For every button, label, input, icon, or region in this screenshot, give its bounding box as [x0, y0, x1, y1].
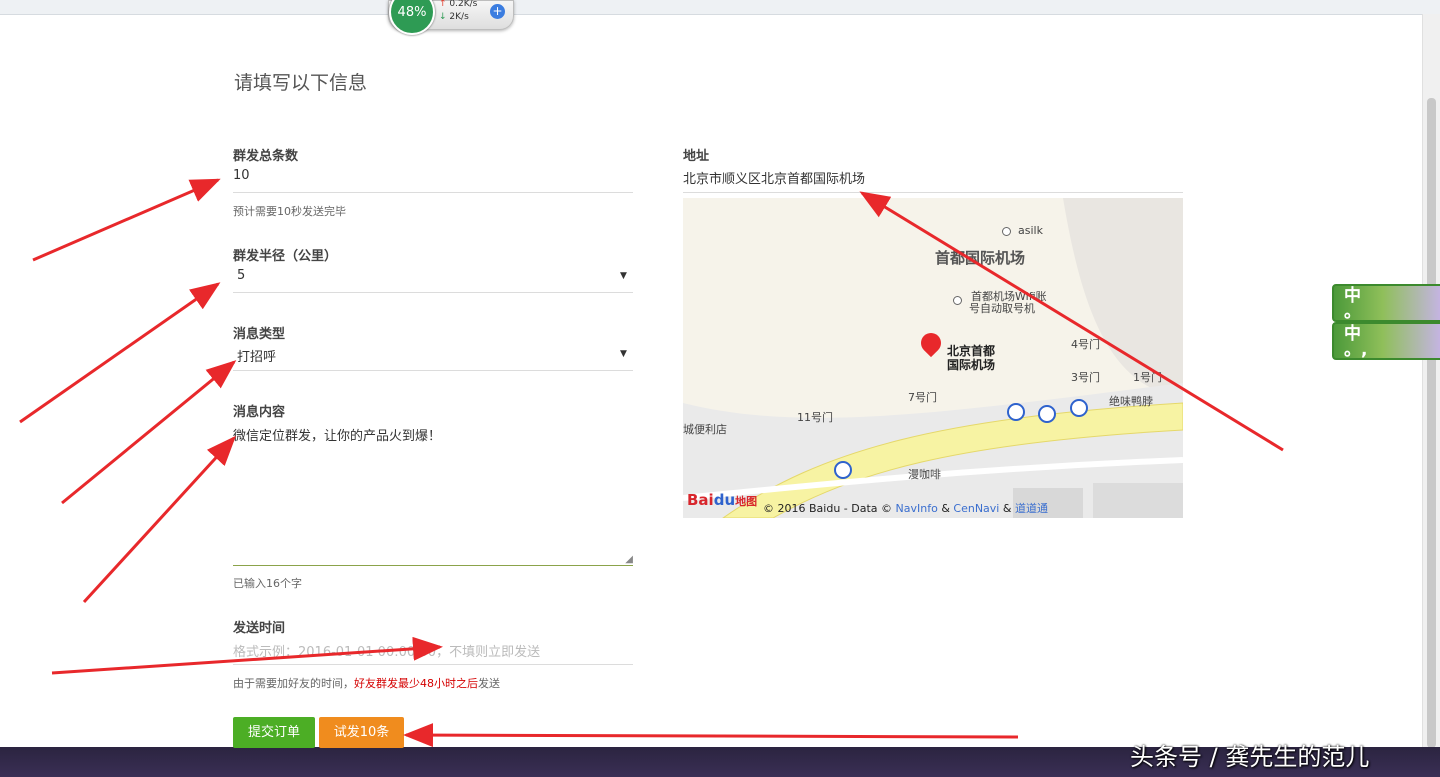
copyright-prefix: © 2016 Baidu - Data © [763, 502, 893, 515]
map-label-airport: 首都国际机场 [935, 249, 1026, 267]
trial-send-button[interactable]: 试发10条 [319, 717, 404, 748]
poi-marker-icon [1002, 227, 1011, 236]
message-content-label: 消息内容 [233, 405, 286, 420]
daodao-link[interactable]: 道道通 [1015, 502, 1048, 515]
message-type-underline [233, 370, 633, 371]
send-time-hint: 由于需要加好友的时间，好友群发最少48小时之后发送 [233, 675, 500, 691]
logo-map: 地图 [735, 495, 758, 508]
send-time-input[interactable]: 格式示例：2016-01-01 00:00:00，不填则立即发送 [233, 641, 540, 660]
cennavi-link[interactable]: CenNavi [953, 502, 999, 515]
map-label-gate4: 4号门 [1071, 338, 1100, 351]
watermark: 头条号 / 龚先生的范儿 [1130, 743, 1370, 771]
radius-select[interactable]: 5 [237, 268, 245, 283]
download-arrow-icon: ↓ [439, 12, 447, 22]
bus-stop-icon [1038, 405, 1056, 423]
ime-toolbar[interactable]: 中。, [1332, 322, 1440, 360]
address-input[interactable]: 北京市顺义区北京首都国际机场 [683, 168, 865, 187]
address-label: 地址 [683, 149, 710, 164]
map-label-gate7: 7号门 [908, 391, 937, 404]
copyright-amp: & [1002, 502, 1012, 515]
ime-punct: 。, [1344, 340, 1368, 360]
logo-du: du [713, 491, 736, 509]
total-count-input[interactable]: 10 [233, 168, 250, 183]
download-speed: ↓ 2K/s [439, 12, 469, 22]
ime-punct: 。 [1344, 302, 1361, 322]
map-label-store: 城便利店 [683, 423, 727, 436]
logo-bai: Bai [687, 491, 714, 509]
map-label-wifi-2: 号自动取号机 [969, 302, 1035, 315]
map-copyright: © 2016 Baidu - Data © NavInfo & CenNavi … [763, 500, 1048, 516]
map-label-gate3: 3号门 [1071, 371, 1100, 384]
radius-label: 群发半径（公里） [233, 249, 338, 264]
send-time-label: 发送时间 [233, 621, 286, 636]
form-title: 请填写以下信息 [234, 72, 368, 94]
chevron-down-icon[interactable]: ▼ [620, 349, 627, 359]
ime-toolbar[interactable]: 中。 [1332, 284, 1440, 322]
send-time-hint-red: 好友群发最少48小时之后 [354, 677, 478, 690]
vertical-scrollbar[interactable] [1422, 14, 1440, 748]
radius-underline [233, 292, 633, 293]
download-speed-value: 2K/s [449, 12, 469, 22]
bus-stop-icon [1070, 399, 1088, 417]
resize-handle-icon[interactable]: ◢ [625, 554, 633, 565]
message-content-textarea[interactable]: 微信定位群发，让你的产品火到爆！ ◢ [233, 425, 633, 566]
map-label-main-1: 北京首都 [947, 344, 996, 358]
total-count-underline [233, 192, 633, 193]
upload-arrow-icon: ↑ [439, 0, 447, 9]
map-label-coffee: 漫咖啡 [908, 468, 941, 481]
send-time-hint-suffix: 发送 [478, 677, 500, 690]
network-speed-widget[interactable]: 48% ↑ 0.2K/s ↓ 2K/s + [388, 0, 514, 35]
map-label-asilk: asilk [1018, 224, 1043, 237]
message-type-select[interactable]: 打招呼 [237, 346, 276, 365]
map-view[interactable]: asilk 首都国际机场 首都机场Wifi账 号自动取号机 北京首都 国际机场 … [683, 198, 1183, 518]
poi-marker-icon [953, 296, 962, 305]
upload-speed: ↑ 0.2K/s [439, 0, 477, 9]
message-content-text: 微信定位群发，让你的产品火到爆！ [233, 429, 442, 444]
ime-mode-char: 中。, [1344, 326, 1368, 360]
map-label-main-2: 国际机场 [947, 358, 996, 372]
bus-stop-icon [834, 461, 852, 479]
plus-icon[interactable]: + [490, 4, 505, 19]
map-label-duck: 绝味鸭脖 [1109, 395, 1153, 408]
total-count-label: 群发总条数 [233, 149, 299, 164]
ime-mode-char: 中。 [1344, 288, 1361, 322]
submit-order-button[interactable]: 提交订单 [233, 717, 315, 748]
baidu-map-logo: Baidu地图 [687, 491, 757, 509]
chevron-down-icon[interactable]: ▼ [620, 271, 627, 281]
message-type-label: 消息类型 [233, 327, 286, 342]
upload-speed-value: 0.2K/s [449, 0, 478, 9]
total-count-hint: 预计需要10秒发送完毕 [233, 205, 346, 218]
bus-stop-icon [1007, 403, 1025, 421]
scrollbar-thumb[interactable] [1427, 98, 1436, 748]
map-label-gate11: 11号门 [797, 411, 833, 424]
navinfo-link[interactable]: NavInfo [896, 502, 938, 515]
char-count-hint: 已输入16个字 [233, 577, 302, 590]
map-label-gate1: 1号门 [1133, 371, 1162, 384]
send-time-underline [233, 664, 633, 665]
send-time-hint-prefix: 由于需要加好友的时间， [233, 677, 354, 690]
address-underline [683, 192, 1183, 193]
copyright-amp: & [941, 502, 950, 515]
